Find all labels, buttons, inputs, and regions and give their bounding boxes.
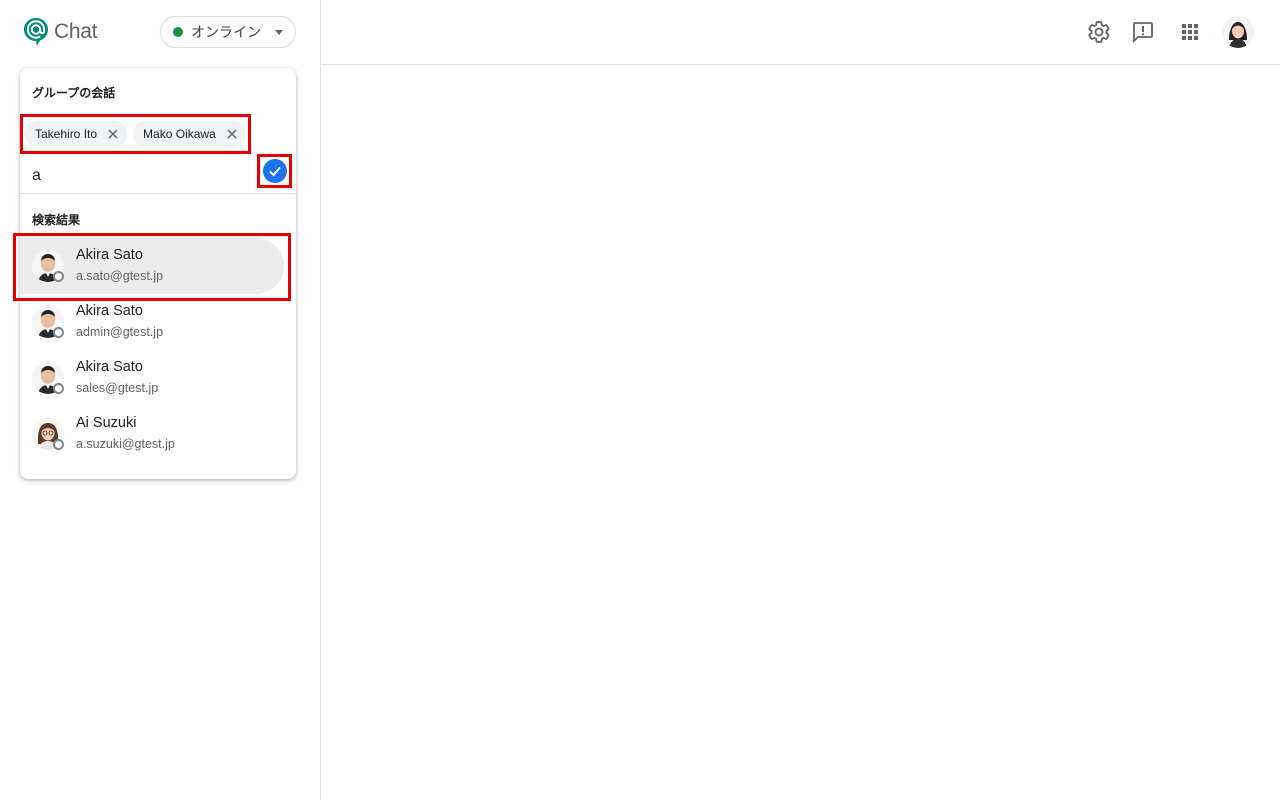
presence-indicator: [53, 327, 64, 338]
status-online-dot: [173, 27, 183, 37]
search-result-item[interactable]: Akira Sato admin@gtest.jp: [20, 294, 296, 350]
close-icon[interactable]: [226, 128, 238, 140]
result-name: Akira Sato: [76, 247, 143, 263]
search-result-item[interactable]: Akira Sato sales@gtest.jp: [20, 350, 296, 406]
group-conversation-dialog: グループの会話 Takehiro Ito Mako Oikawa a 検索結果 …: [13, 68, 296, 479]
dialog-title: グループの会話: [32, 86, 116, 100]
result-name: Akira Sato: [76, 303, 143, 319]
presence-indicator: [53, 271, 64, 282]
app-title: Chat: [54, 20, 98, 43]
result-email: a.suzuki@gtest.jp: [76, 437, 175, 451]
close-icon[interactable]: [107, 128, 119, 140]
chat-logo[interactable]: Chat: [24, 18, 97, 46]
presence-indicator: [53, 383, 64, 394]
presence-indicator: [53, 439, 64, 450]
result-name: Akira Sato: [76, 359, 143, 375]
account-avatar[interactable]: [1222, 16, 1254, 48]
result-email: sales@gtest.jp: [76, 381, 159, 395]
status-label: オンライン: [191, 24, 261, 40]
search-result-item[interactable]: Ai Suzuki a.suzuki@gtest.jp: [20, 406, 296, 462]
sidebar: Chat オンライン グループの会話 Takehiro Ito Mako Oik…: [0, 0, 321, 800]
selected-members-chips: Takehiro Ito Mako Oikawa: [20, 114, 251, 154]
chip-label: Takehiro Ito: [35, 127, 98, 141]
result-email: admin@gtest.jp: [76, 325, 164, 339]
result-name: Ai Suzuki: [76, 415, 137, 431]
settings-icon[interactable]: [1087, 20, 1111, 44]
chip-label: Mako Oikawa: [143, 127, 216, 141]
member-chip[interactable]: Mako Oikawa: [133, 121, 246, 147]
apps-grid-icon[interactable]: [1178, 20, 1202, 44]
check-icon: [262, 159, 287, 183]
member-chip[interactable]: Takehiro Ito: [25, 121, 128, 147]
search-result-item[interactable]: Akira Sato a.sato@gtest.jp: [13, 233, 296, 301]
chevron-down-icon: [275, 29, 283, 35]
feedback-icon[interactable]: [1131, 20, 1155, 44]
search-results-heading: 検索結果: [32, 213, 81, 227]
confirm-button[interactable]: [257, 154, 292, 188]
search-row: [20, 154, 296, 194]
result-email: a.sato@gtest.jp: [76, 269, 164, 283]
people-search-input[interactable]: [32, 164, 252, 188]
presence-status-dropdown[interactable]: オンライン: [160, 16, 296, 48]
chat-logo-icon: [24, 18, 48, 46]
